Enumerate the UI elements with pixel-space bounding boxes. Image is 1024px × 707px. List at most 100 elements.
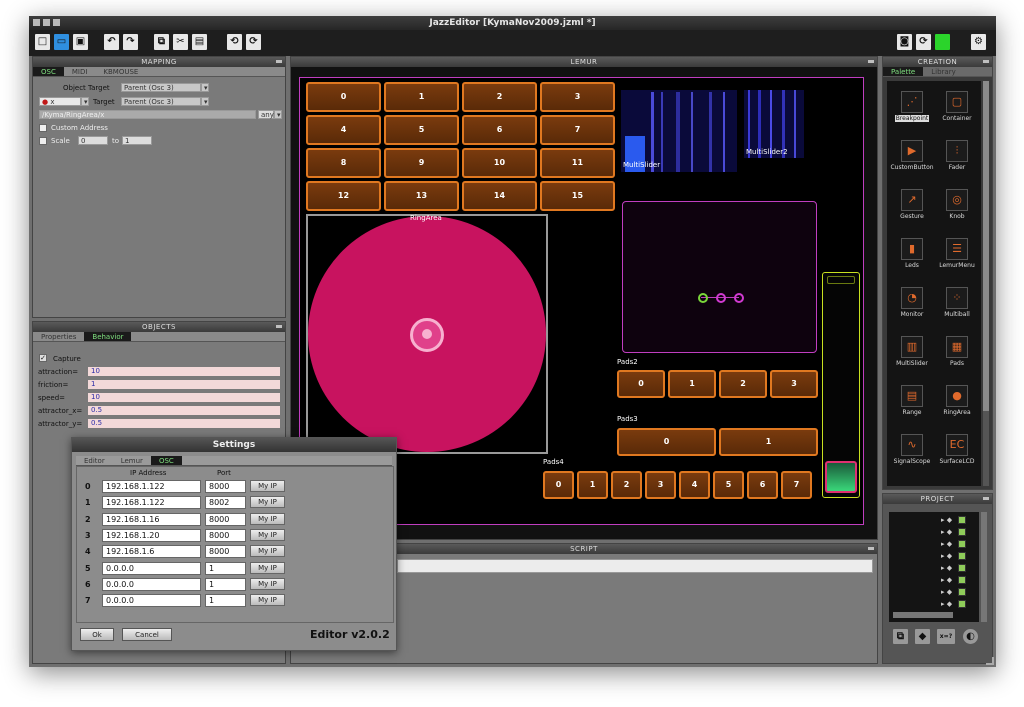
gear-icon[interactable]: ⚙ [971, 34, 986, 50]
ip-input[interactable]: 192.168.1.20 [102, 529, 201, 542]
my-ip-button[interactable]: My IP [250, 594, 285, 606]
attractor-x-input[interactable]: 0.5 [88, 406, 280, 415]
my-ip-button[interactable]: My IP [250, 513, 285, 525]
undo-icon[interactable]: ↶ [104, 34, 119, 50]
minimize-icon[interactable] [868, 60, 874, 63]
my-ip-button[interactable]: My IP [250, 545, 285, 557]
palette-range[interactable]: ▤ Range [890, 385, 934, 416]
ringarea[interactable] [306, 214, 548, 454]
open-folder-icon[interactable]: ▭ [54, 34, 69, 50]
palette-ringarea[interactable]: ● RingArea [935, 385, 979, 416]
duplicate-icon[interactable]: ⧉ [893, 629, 908, 644]
cube-icon[interactable]: ◆ [915, 629, 930, 644]
palette-gesture[interactable]: ↗ Gesture [890, 189, 934, 220]
palette-signalscope[interactable]: ∿ SignalScope [890, 434, 934, 465]
object-target-select[interactable]: Parent (Osc 3) [121, 83, 201, 92]
port-input[interactable]: 8000 [205, 529, 246, 542]
camera-icon[interactable]: ◙ [897, 34, 912, 50]
palette-lemurmenu[interactable]: ☰ LemurMenu [935, 238, 979, 269]
tab-kbmouse[interactable]: KBMOUSE [95, 67, 146, 76]
tree-vscrollbar[interactable] [981, 512, 987, 622]
copy-icon[interactable]: ⧉ [154, 34, 169, 50]
pad-button[interactable]: 0 [543, 471, 574, 499]
pad-button[interactable]: 10 [462, 148, 537, 178]
port-input[interactable]: 1 [205, 562, 246, 575]
pad-button[interactable]: 7 [540, 115, 615, 145]
variable-select[interactable]: ● x [39, 97, 81, 106]
palette-custombutton[interactable]: ▶ CustomButton [890, 140, 934, 171]
pad-button[interactable]: 1 [719, 428, 818, 456]
ip-input[interactable]: 0.0.0.0 [102, 594, 201, 607]
tab-osc[interactable]: OSC [33, 67, 64, 76]
minimize-icon[interactable] [276, 60, 282, 63]
pad-button[interactable]: 3 [540, 82, 615, 112]
ip-input[interactable]: 192.168.1.16 [102, 513, 201, 526]
pad-button[interactable]: 13 [384, 181, 459, 211]
ball-magenta[interactable] [734, 293, 744, 303]
tree-node[interactable]: ▸ ◆ [941, 516, 981, 527]
tab-lemur[interactable]: Lemur [113, 456, 151, 465]
ok-button[interactable]: Ok [80, 628, 114, 641]
palette-knob[interactable]: ◎ Knob [935, 189, 979, 220]
tab-palette[interactable]: Palette [883, 67, 924, 76]
ip-input[interactable]: 0.0.0.0 [102, 578, 201, 591]
palette-container[interactable]: ▢ Container [935, 91, 979, 122]
tree-node[interactable]: ▸ ◆ [941, 540, 981, 551]
sync-icon[interactable]: ⟳ [916, 34, 931, 50]
pad-button[interactable]: 7 [781, 471, 812, 499]
pad-button[interactable]: 1 [577, 471, 608, 499]
target-select[interactable]: Parent (Osc 3) [121, 97, 201, 106]
ip-input[interactable]: 192.168.1.122 [102, 480, 201, 493]
palette-pads[interactable]: ▦ Pads [935, 336, 979, 367]
expression-icon[interactable]: x=? [937, 629, 955, 644]
my-ip-button[interactable]: My IP [250, 496, 285, 508]
tree-hscrollbar[interactable] [893, 612, 953, 618]
ring-handle[interactable] [410, 318, 444, 352]
resize-grip-icon[interactable] [986, 657, 994, 665]
palette-multislider[interactable]: ▥ MultiSlider [890, 336, 934, 367]
minimize-icon[interactable] [983, 60, 989, 63]
pad-button[interactable]: 6 [462, 115, 537, 145]
my-ip-button[interactable]: My IP [250, 480, 285, 492]
tree-node[interactable]: ▸ ◆ [941, 600, 981, 611]
port-input[interactable]: 1 [205, 594, 246, 607]
scale-checkbox[interactable] [39, 137, 47, 145]
tab-properties[interactable]: Properties [33, 332, 84, 341]
multislider[interactable] [621, 90, 737, 172]
my-ip-button[interactable]: My IP [250, 578, 285, 590]
port-input[interactable]: 1 [205, 578, 246, 591]
rotate-right-icon[interactable]: ⟳ [246, 34, 261, 50]
attractor-y-input[interactable]: 0.5 [88, 419, 280, 428]
tab-midi[interactable]: MIDI [64, 67, 96, 76]
port-input[interactable]: 8000 [205, 480, 246, 493]
pad-button[interactable]: 1 [384, 82, 459, 112]
close-window-button[interactable] [33, 19, 40, 26]
ball-green[interactable] [698, 293, 708, 303]
pad-button[interactable]: 1 [668, 370, 716, 398]
chevron-down-icon[interactable]: ▾ [201, 83, 209, 92]
tab-library[interactable]: Library [923, 67, 963, 76]
port-input[interactable]: 8002 [205, 496, 246, 509]
tab-editor[interactable]: Editor [76, 456, 113, 465]
minimize-icon[interactable] [983, 497, 989, 500]
pad-button[interactable]: 3 [645, 471, 676, 499]
osc-address-input[interactable]: /Kyma/RingArea/x [39, 110, 256, 119]
script-input[interactable] [397, 559, 873, 573]
tree-node[interactable]: ▸ ◆ [941, 528, 981, 539]
fader-handle[interactable] [825, 461, 857, 493]
pad-button[interactable]: 9 [384, 148, 459, 178]
chevron-down-icon[interactable]: ▾ [274, 110, 282, 119]
pad-button[interactable]: 8 [306, 148, 381, 178]
pad-button[interactable]: 5 [384, 115, 459, 145]
ip-input[interactable]: 192.168.1.6 [102, 545, 201, 558]
ball-magenta[interactable] [716, 293, 726, 303]
maximize-window-button[interactable] [53, 19, 60, 26]
pad-button[interactable]: 2 [611, 471, 642, 499]
any-select[interactable]: any [258, 110, 274, 119]
rotate-left-icon[interactable]: ⟲ [227, 34, 242, 50]
port-input[interactable]: 8000 [205, 513, 246, 526]
pad-button[interactable]: 5 [713, 471, 744, 499]
chevron-down-icon[interactable]: ▾ [81, 97, 89, 106]
minimize-icon[interactable] [868, 547, 874, 550]
save-icon[interactable]: ▣ [73, 34, 88, 50]
